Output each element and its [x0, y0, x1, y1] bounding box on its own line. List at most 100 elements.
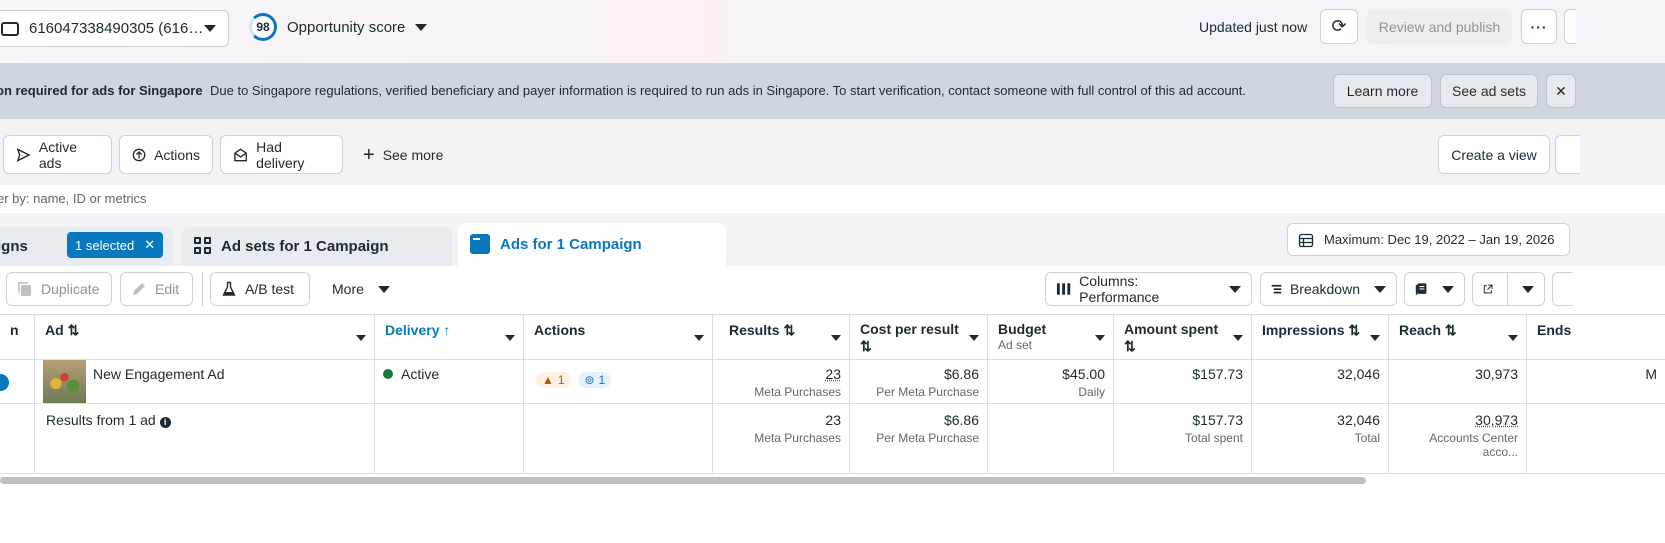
sort-icon: ⇅	[1444, 322, 1457, 338]
action-chip[interactable]: ⊚ 1	[578, 372, 612, 388]
plus-icon: +	[363, 143, 375, 166]
summary-reach-cell: 30,973 Accounts Center acco...	[1389, 404, 1527, 474]
column-header-results[interactable]: Results ⇅	[713, 314, 850, 360]
horizontal-scrollbar[interactable]	[0, 477, 1366, 484]
column-header-impressions[interactable]: Impressions ⇅	[1252, 314, 1389, 360]
summary-spacer	[0, 404, 35, 474]
cost-per-result-cell: $6.86 Per Meta Purchase	[850, 360, 988, 404]
header-label: Ends	[1537, 322, 1572, 338]
reports-button[interactable]	[1404, 272, 1465, 306]
more-options-button[interactable]: ···	[1521, 9, 1557, 44]
ad-thumbnail[interactable]	[43, 360, 86, 403]
column-header-budget[interactable]: Budget Ad set	[988, 314, 1114, 360]
summary-delivery-cell	[375, 404, 524, 474]
summary-cost-cell: $6.86 Per Meta Purchase	[850, 404, 988, 474]
budget-value: $45.00	[1062, 366, 1105, 382]
see-more-filters-button[interactable]: + See more	[351, 135, 455, 174]
opportunity-score-button[interactable]: 98 Opportunity score	[249, 13, 428, 41]
column-header-delivery[interactable]: Delivery ↑	[375, 314, 524, 360]
summary-budget-cell	[988, 404, 1114, 474]
clipped-button[interactable]	[1564, 9, 1576, 44]
send-icon	[16, 147, 31, 162]
see-ad-sets-button[interactable]: See ad sets	[1440, 74, 1538, 108]
ad-account-selector[interactable]: 616047338490305 (616…	[0, 10, 229, 47]
column-header-ends[interactable]: Ends	[1527, 314, 1665, 360]
results-value[interactable]: 23	[825, 366, 841, 382]
summary-impressions-sublabel: Total	[1354, 431, 1380, 445]
summary-actions-cell	[524, 404, 713, 474]
summary-impressions: 32,046	[1337, 412, 1380, 428]
column-header-offon[interactable]: n	[0, 314, 35, 360]
ad-name-link[interactable]: New Engagement Ad	[93, 366, 225, 382]
reach-value: 30,973	[1475, 366, 1518, 382]
column-header-ad[interactable]: Ad ⇅	[35, 314, 375, 360]
column-header-actions[interactable]: Actions	[524, 314, 713, 360]
grid-icon	[194, 237, 211, 254]
column-header-cost-per-result[interactable]: Cost per result ⇅	[850, 314, 988, 360]
summary-results-cell: 23 Meta Purchases	[713, 404, 850, 474]
summary-results: 23	[825, 412, 841, 428]
report-icon	[1415, 283, 1427, 295]
refresh-button[interactable]: ⟳	[1320, 9, 1358, 44]
arrow-up-circle-icon	[132, 148, 146, 161]
cost-sublabel: Per Meta Purchase	[876, 385, 979, 399]
ad-on-off-toggle[interactable]	[0, 374, 9, 391]
column-header-reach[interactable]: Reach ⇅	[1389, 314, 1527, 360]
header-label: Reach	[1399, 322, 1442, 338]
header-label: Delivery	[385, 322, 440, 338]
column-header-amount-spent[interactable]: Amount spent ⇅	[1114, 314, 1252, 360]
chevron-down-icon	[1233, 335, 1243, 341]
summary-cost-sublabel: Per Meta Purchase	[876, 431, 979, 445]
chevron-down-icon	[1508, 335, 1518, 341]
delivery-cell: Active	[375, 360, 524, 404]
tab-campaigns[interactable]: igns 1 selected ✕	[0, 227, 174, 266]
ends-value: M	[1645, 366, 1657, 382]
more-actions-button[interactable]: More	[322, 272, 400, 306]
selected-chip[interactable]: 1 selected ✕	[67, 232, 164, 258]
chevron-down-icon	[1522, 285, 1534, 293]
breakdown-selector[interactable]: Breakdown	[1260, 272, 1397, 306]
summary-reach[interactable]: 30,973	[1475, 412, 1518, 428]
action-count: 1	[598, 373, 606, 387]
breakdown-icon	[1271, 284, 1282, 294]
header-label: Budget	[998, 321, 1047, 337]
tab-label: igns	[0, 238, 28, 255]
learn-more-button[interactable]: Learn more	[1333, 74, 1432, 108]
search-filter-input[interactable]: er by: name, ID or metrics	[0, 185, 1665, 213]
filter-actions[interactable]: Actions	[119, 135, 213, 174]
sort-icon: ⇅	[860, 338, 872, 354]
filter-active-ads[interactable]: Active ads	[3, 135, 112, 174]
toggle-cell	[0, 360, 35, 404]
close-icon[interactable]: ✕	[144, 237, 155, 253]
ab-test-button[interactable]: A/B test	[210, 272, 310, 306]
columns-icon	[1056, 283, 1071, 295]
budget-cell[interactable]: $45.00 Daily	[988, 360, 1114, 404]
filter-label: Had delivery	[256, 138, 305, 171]
tab-ad-sets[interactable]: Ad sets for 1 Campaign	[182, 227, 452, 266]
summary-spent-cell: $157.73 Total spent	[1114, 404, 1252, 474]
filter-had-delivery[interactable]: Had delivery	[220, 135, 343, 174]
close-banner-button[interactable]: ✕	[1546, 74, 1576, 108]
export-button[interactable]	[1472, 272, 1545, 306]
create-view-button[interactable]: Create a view	[1438, 135, 1550, 174]
impressions-value: 32,046	[1337, 366, 1380, 382]
columns-selector[interactable]: Columns: Performance	[1045, 272, 1252, 306]
edit-button[interactable]: Edit	[120, 272, 193, 306]
flask-icon	[222, 281, 236, 296]
summary-label-cell: Results from 1 ad i	[35, 404, 375, 474]
table-toolbar: Duplicate Edit A/B test More Columns: Pe…	[0, 266, 1665, 314]
tab-ads[interactable]: Ads for 1 Campaign	[458, 223, 726, 266]
button-label: Columns: Performance	[1079, 273, 1160, 305]
date-range-picker[interactable]: Maximum: Dec 19, 2022 – Jan 19, 2026	[1287, 223, 1570, 256]
button-label: Duplicate	[41, 281, 100, 297]
chevron-down-icon	[415, 23, 428, 31]
clipped-button[interactable]	[1552, 272, 1573, 306]
review-and-publish-button[interactable]: Review and publish	[1367, 9, 1512, 44]
warning-chip[interactable]: ▲ 1	[536, 372, 571, 388]
clipped-button[interactable]	[1555, 135, 1580, 174]
info-icon[interactable]: i	[159, 416, 171, 428]
duplicate-button[interactable]: Duplicate	[6, 272, 112, 306]
summary-ends-cell	[1527, 404, 1665, 474]
arrow-up-circle-icon: ⊚	[584, 373, 595, 387]
header-label: Results	[729, 322, 780, 338]
